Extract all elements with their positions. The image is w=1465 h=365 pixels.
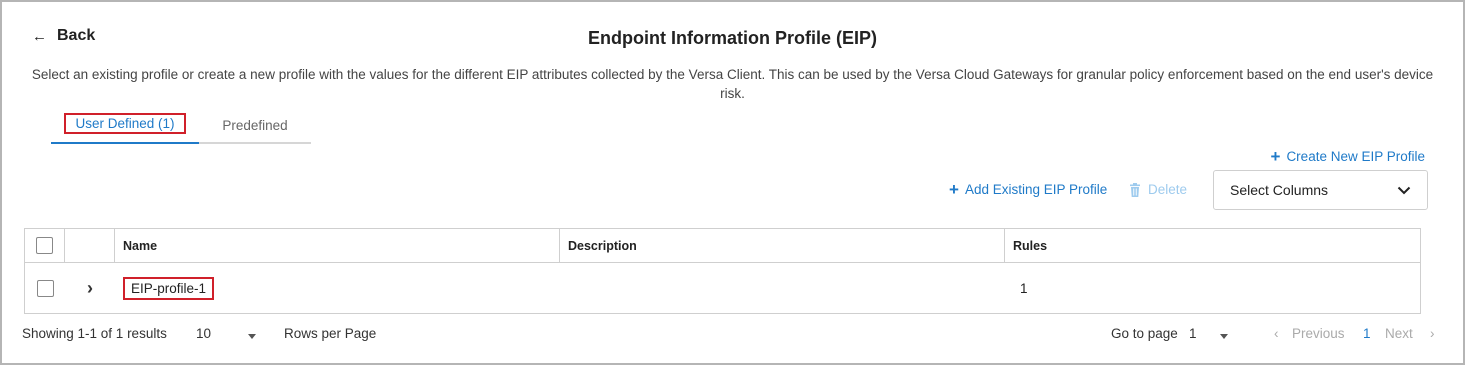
select-all-checkbox[interactable] <box>36 237 53 254</box>
column-header-description[interactable]: Description <box>560 229 1005 262</box>
delete-label: Delete <box>1148 182 1188 197</box>
tab-bar: User Defined (1) Predefined <box>51 113 311 144</box>
row-rules-cell: 1 <box>1020 280 1028 296</box>
go-to-page-label: Go to page <box>1111 326 1178 341</box>
tab-user-defined[interactable]: User Defined (1) <box>51 113 199 144</box>
add-existing-eip-profile-button[interactable]: + Add Existing EIP Profile <box>949 179 1108 199</box>
delete-button[interactable]: Delete <box>1129 182 1187 197</box>
row-description-cell <box>560 263 1005 313</box>
create-eip-profile-label: Create New EIP Profile <box>1286 149 1425 164</box>
table-header-row: Name Description Rules <box>25 229 1420 263</box>
caret-down-icon[interactable] <box>1220 334 1228 339</box>
plus-icon: + <box>1270 146 1281 166</box>
select-columns-dropdown[interactable]: Select Columns <box>1213 170 1428 210</box>
table-row: › EIP-profile-1 1 <box>25 263 1420 313</box>
page-size-value[interactable]: 10 <box>196 326 211 341</box>
select-all-cell <box>25 229 65 262</box>
tab-user-defined-label: User Defined (1) <box>64 113 186 134</box>
results-summary: Showing 1-1 of 1 results <box>22 326 167 341</box>
rows-per-page-label: Rows per Page <box>284 326 377 341</box>
trash-icon <box>1130 182 1140 197</box>
expander-header-cell <box>65 229 115 262</box>
row-expander-cell: › <box>65 263 115 313</box>
go-to-page-value[interactable]: 1 <box>1189 326 1197 341</box>
column-header-name[interactable]: Name <box>115 229 560 262</box>
select-columns-label: Select Columns <box>1230 182 1329 198</box>
chevron-down-icon <box>1397 186 1411 194</box>
chevron-left-icon: ‹ <box>1274 326 1279 341</box>
pagination-bar: Showing 1-1 of 1 results 10 Rows per Pag… <box>22 326 1442 346</box>
row-name-cell: EIP-profile-1 <box>115 263 560 313</box>
caret-down-icon[interactable] <box>248 334 256 339</box>
previous-page-button[interactable]: Previous <box>1292 326 1345 341</box>
page-title: Endpoint Information Profile (EIP) <box>588 28 877 48</box>
profile-name[interactable]: EIP-profile-1 <box>123 276 215 300</box>
chevron-right-icon[interactable]: › <box>87 278 93 299</box>
current-page-number[interactable]: 1 <box>1363 326 1371 341</box>
eip-page: ← Back Endpoint Information Profile (EIP… <box>0 0 1465 365</box>
tab-predefined-label: Predefined <box>222 118 288 133</box>
plus-icon: + <box>949 179 959 199</box>
eip-profile-table: Name Description Rules › EIP-profile-1 1 <box>24 228 1421 314</box>
chevron-right-icon: › <box>1430 326 1435 341</box>
tab-predefined[interactable]: Predefined <box>199 114 311 144</box>
row-checkbox-cell <box>25 263 65 313</box>
column-header-rules[interactable]: Rules <box>1005 229 1420 262</box>
page-description: Select an existing profile or create a n… <box>31 67 1434 101</box>
add-existing-eip-profile-label: Add Existing EIP Profile <box>964 182 1108 197</box>
create-eip-profile-button[interactable]: + Create New EIP Profile <box>1270 146 1426 166</box>
next-page-button[interactable]: Next <box>1385 326 1413 341</box>
row-checkbox[interactable] <box>36 279 54 297</box>
